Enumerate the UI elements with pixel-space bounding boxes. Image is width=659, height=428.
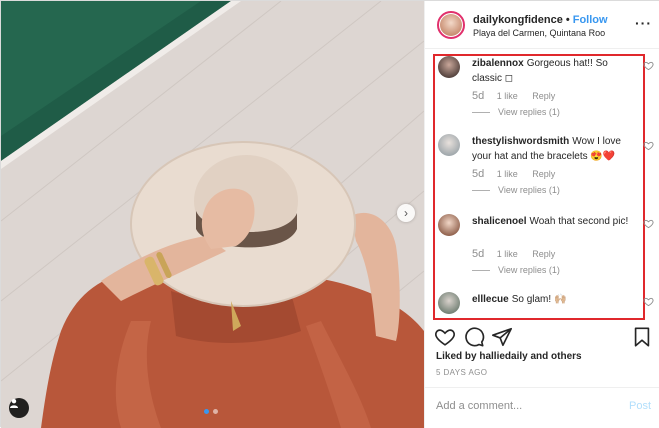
liked-by-text[interactable]: Liked by halliedaily and others <box>436 351 582 362</box>
comment-text: shalicenoel Woah that second pic! <box>472 214 640 229</box>
post-time-ago: 5 DAYS AGO <box>436 368 488 377</box>
comment-composer: Post <box>425 387 659 428</box>
view-replies-button[interactable]: View replies (1) <box>472 107 560 117</box>
comment-likes[interactable]: 1 like <box>497 91 518 101</box>
reply-button[interactable]: Reply <box>532 249 555 259</box>
comment-meta: 5d 1 like Reply <box>472 90 555 102</box>
replies-divider <box>472 269 490 271</box>
carousel-indicator <box>204 409 218 414</box>
separator-dot: • <box>565 14 570 26</box>
comment-likes[interactable]: 1 like <box>497 249 518 259</box>
photo-illustration <box>1 1 424 428</box>
like-comment-heart-icon[interactable] <box>643 140 654 151</box>
bookmark-icon[interactable] <box>631 326 653 348</box>
comment-body: Woah that second pic! <box>529 216 629 227</box>
post-comment-button[interactable]: Post <box>629 400 651 412</box>
comment-text: elllecue So glam! 🙌🏼 <box>472 292 640 307</box>
commenter-avatar[interactable] <box>438 214 460 236</box>
reply-button[interactable]: Reply <box>532 91 555 101</box>
comment-likes[interactable]: 1 like <box>497 169 518 179</box>
view-replies-button[interactable]: View replies (1) <box>472 265 560 275</box>
commenter-username[interactable]: shalicenoel <box>472 216 526 227</box>
comment-bubble-icon[interactable] <box>463 326 485 348</box>
like-comment-heart-icon[interactable] <box>643 296 654 307</box>
instagram-post-window: › dailykongfidence • Follow Playa del Carm… <box>0 0 659 428</box>
replies-divider <box>472 189 490 191</box>
add-comment-input[interactable] <box>436 400 616 412</box>
more-options-icon[interactable]: ··· <box>635 15 652 31</box>
view-replies-button[interactable]: View replies (1) <box>472 185 560 195</box>
post-header: dailykongfidence • Follow Playa del Carmen… <box>425 1 659 49</box>
comment-meta: 5d 1 like Reply <box>472 248 555 260</box>
like-comment-heart-icon[interactable] <box>643 60 654 71</box>
commenter-avatar[interactable] <box>438 56 460 78</box>
post-side-panel: dailykongfidence • Follow Playa del Carmen… <box>424 1 659 428</box>
replies-divider <box>472 111 490 113</box>
comment-meta: 5d 1 like Reply <box>472 168 555 180</box>
comments-list[interactable]: zibalennox Gorgeous hat!! So classic ◻ 5d… <box>433 54 645 320</box>
share-paper-plane-icon[interactable] <box>491 326 513 348</box>
carousel-dot <box>213 409 218 414</box>
post-photo[interactable]: › <box>1 1 424 428</box>
tagged-users-button[interactable] <box>9 398 29 418</box>
next-photo-button[interactable]: › <box>397 204 415 222</box>
author-avatar[interactable] <box>437 11 465 39</box>
post-actions <box>425 323 659 351</box>
chevron-right-icon: › <box>404 206 408 220</box>
carousel-dot-active <box>204 409 209 414</box>
view-replies-label: View replies (1) <box>498 185 560 195</box>
commenter-avatar[interactable] <box>438 292 460 314</box>
reply-button[interactable]: Reply <box>532 169 555 179</box>
like-comment-heart-icon[interactable] <box>643 218 654 229</box>
commenter-username[interactable]: zibalennox <box>472 58 524 69</box>
commenter-username[interactable]: thestylishwordsmith <box>472 136 569 147</box>
comment-body: So glam! 🙌🏼 <box>511 294 567 305</box>
commenter-username[interactable]: elllecue <box>472 294 509 305</box>
view-replies-label: View replies (1) <box>498 265 560 275</box>
comment-age: 5d <box>472 248 485 260</box>
comment-text: thestylishwordsmith Wow I love your hat a… <box>472 134 640 164</box>
commenter-avatar[interactable] <box>438 134 460 156</box>
author-line: dailykongfidence • Follow <box>473 14 608 26</box>
comment-text: zibalennox Gorgeous hat!! So classic ◻ <box>472 56 640 86</box>
user-icon <box>10 399 18 408</box>
like-heart-icon[interactable] <box>434 326 456 348</box>
comment-age: 5d <box>472 90 485 102</box>
author-username[interactable]: dailykongfidence <box>473 14 563 26</box>
follow-button[interactable]: Follow <box>573 14 608 26</box>
view-replies-label: View replies (1) <box>498 107 560 117</box>
comment-age: 5d <box>472 168 485 180</box>
post-location[interactable]: Playa del Carmen, Quintana Roo <box>473 28 605 38</box>
